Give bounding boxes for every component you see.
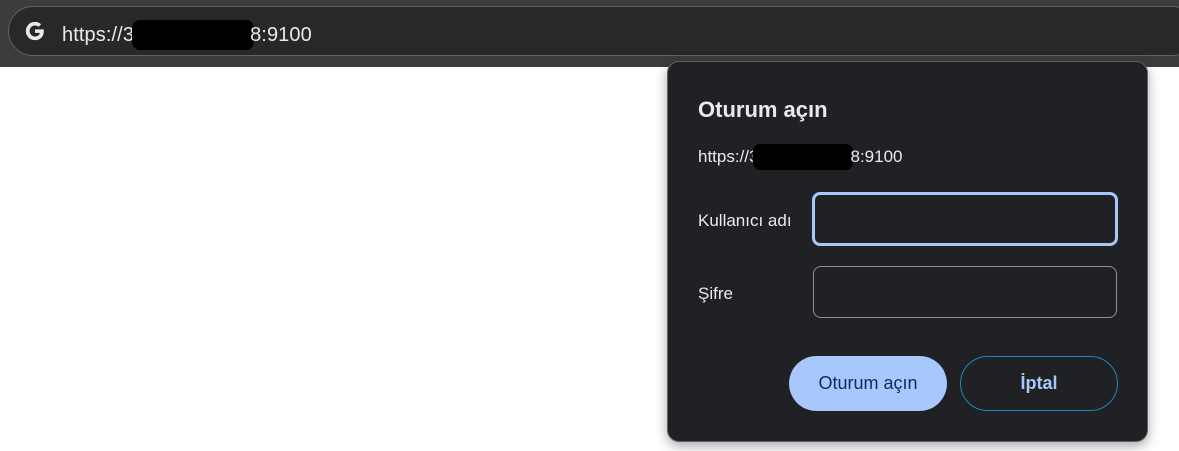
google-g-icon[interactable] (23, 19, 47, 43)
url-prefix: https:// (62, 23, 123, 46)
browser-toolbar: https://3 8:9100 (0, 0, 1179, 67)
sign-in-button-label: Oturum açın (818, 373, 918, 393)
dialog-title: Oturum açın (698, 97, 828, 122)
url-text[interactable]: https://3 8:9100 (62, 20, 312, 50)
username-input[interactable] (812, 192, 1118, 246)
redaction-bar (132, 20, 255, 50)
dialog-origin: https://38:9100 (698, 144, 903, 170)
sign-in-dialog: Oturum açın https://38:9100 Kullanıcı ad… (667, 61, 1148, 442)
redaction-bar (752, 144, 853, 170)
sign-in-button[interactable]: Oturum açın (789, 356, 947, 411)
password-input[interactable] (813, 266, 1117, 318)
username-label: Kullanıcı adı (698, 211, 792, 230)
origin-prefix: https:// (698, 147, 750, 166)
password-label: Şifre (698, 284, 733, 303)
url-suffix: 8:9100 (250, 23, 312, 46)
address-bar[interactable]: https://3 8:9100 (8, 6, 1179, 56)
origin-suffix: 8:9100 (850, 147, 903, 166)
cancel-button-label: İptal (1020, 373, 1058, 393)
cancel-button[interactable]: İptal (960, 356, 1118, 411)
